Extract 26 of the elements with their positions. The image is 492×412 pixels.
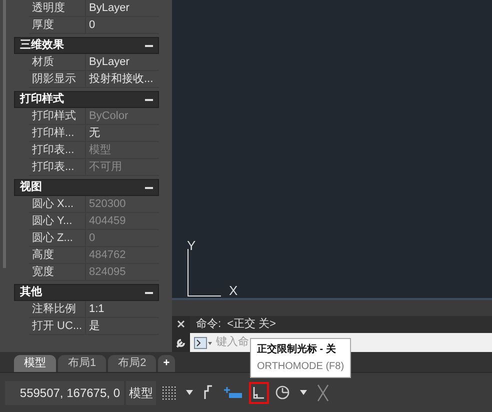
section-title: 视图 [20, 180, 42, 196]
coordinates-display: 559507, 167675, 0 [5, 380, 124, 404]
property-label: 打印样... [31, 126, 76, 141]
property-label: 阴影显示 [31, 72, 77, 87]
ucs-x-label: X [229, 282, 238, 300]
property-label: 打开 UC... [31, 318, 84, 334]
tooltip-subtitle: ORTHOMODE (F8) [257, 360, 344, 374]
property-label: 材质 [31, 54, 55, 70]
section-title: 三维效果 [20, 38, 64, 54]
property-label: 打印样式 [31, 108, 77, 124]
property-label: 注释比例 [31, 302, 77, 317]
property-label: 圆心 X... [31, 196, 75, 212]
property-label: 宽度 [31, 264, 55, 280]
ucs-y-label: Y [187, 237, 196, 255]
property-label: 打印表... [31, 160, 76, 175]
property-label: 透明度 [31, 0, 66, 16]
property-label: 高度 [31, 248, 55, 263]
section-title: 其他 [20, 284, 42, 300]
command-message: <正交 关> [227, 316, 276, 332]
property-label: 厚度 [31, 18, 55, 33]
property-label: 打印表... [31, 142, 76, 158]
property-label: 圆心 Y... [31, 214, 74, 229]
property-label: 圆心 Z... [31, 230, 74, 246]
tooltip-title: 正交限制光标 - 关 [257, 342, 337, 357]
command-label: 命令: [196, 317, 222, 332]
section-title: 打印样式 [20, 92, 64, 108]
